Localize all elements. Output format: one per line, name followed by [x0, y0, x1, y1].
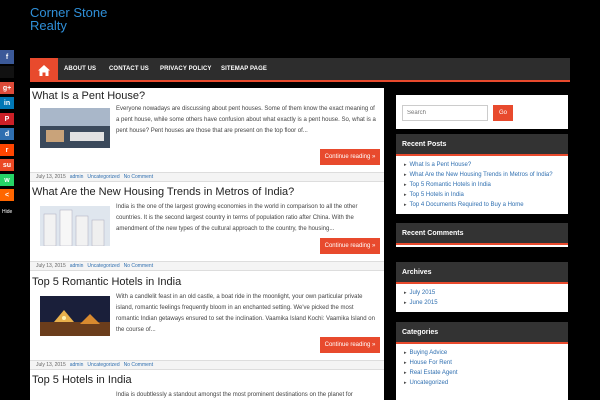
list-item[interactable]: House For Rent: [404, 358, 560, 368]
categories-widget: Categories Buying Advice House For Rent …: [396, 322, 568, 400]
post-title[interactable]: What Are the New Housing Trends in Metro…: [32, 186, 294, 198]
post-thumbnail[interactable]: [40, 296, 110, 336]
nav-sitemap-page[interactable]: SITEMAP PAGE: [221, 58, 267, 80]
home-icon[interactable]: [30, 58, 58, 82]
search-button[interactable]: Go: [493, 105, 513, 121]
recent-comments-widget: Recent Comments: [396, 223, 568, 247]
continue-reading-button[interactable]: Continue reading »: [320, 238, 380, 254]
post-date: July 13, 2015: [36, 362, 66, 368]
post-excerpt: With a candlelit feast in an old castle,…: [116, 294, 375, 333]
post-meta: July 13, 2015 admin Uncategorized No Com…: [30, 261, 384, 271]
reddit-icon[interactable]: r: [0, 144, 14, 156]
post-title[interactable]: Top 5 Romantic Hotels in India: [32, 276, 181, 288]
list-item[interactable]: What Are the New Housing Trends in Metro…: [404, 170, 560, 180]
linkedin-icon[interactable]: in: [0, 97, 14, 109]
list-item[interactable]: Buying Advice: [404, 348, 560, 358]
recent-posts-widget: Recent Posts What Is a Pent House? What …: [396, 134, 568, 214]
twitter-icon[interactable]: [0, 66, 14, 78]
share-hide-label[interactable]: Hide: [2, 209, 12, 215]
post-excerpt: India is doubtlessly a standout amongst …: [116, 392, 353, 398]
archives-list: July 2015 June 2015: [396, 284, 568, 312]
google-plus-icon[interactable]: g+: [0, 82, 14, 94]
list-item[interactable]: What Is a Pent House?: [404, 160, 560, 170]
widget-title: Categories: [396, 322, 568, 344]
post-excerpt: India is the one of the largest growing …: [116, 204, 358, 232]
categories-list: Buying Advice House For Rent Real Estate…: [396, 344, 568, 392]
post-thumbnail[interactable]: [40, 108, 110, 148]
post-category[interactable]: Uncategorized: [87, 173, 119, 181]
post-meta: July 13, 2015 admin Uncategorized No Com…: [30, 360, 384, 370]
nav-privacy-policy[interactable]: PRIVACY POLICY: [160, 58, 212, 80]
widget-title: Recent Posts: [396, 134, 568, 156]
list-item[interactable]: June 2015: [404, 298, 560, 308]
facebook-icon[interactable]: f: [0, 50, 14, 64]
widget-title: Archives: [396, 262, 568, 284]
continue-reading-button[interactable]: Continue reading »: [320, 149, 380, 165]
widget-title: Recent Comments: [396, 223, 568, 245]
search-widget: Go: [396, 95, 568, 129]
post-comments[interactable]: No Comment: [124, 173, 153, 181]
post-category[interactable]: Uncategorized: [87, 262, 119, 270]
main-navigation: ABOUT US CONTACT US PRIVACY POLICY SITEM…: [30, 58, 570, 82]
nav-contact-us[interactable]: CONTACT US: [109, 58, 149, 80]
post-list: What Is a Pent House? Everyone nowadays …: [30, 88, 384, 400]
post-author[interactable]: admin: [70, 173, 84, 181]
list-item[interactable]: Uncategorized: [404, 378, 560, 388]
search-input[interactable]: [402, 105, 488, 121]
archives-widget: Archives July 2015 June 2015: [396, 262, 568, 312]
post-excerpt: Everyone nowadays are discussing about p…: [116, 106, 376, 134]
list-item[interactable]: Top 5 Romantic Hotels in India: [404, 180, 560, 190]
post-comments[interactable]: No Comment: [124, 262, 153, 270]
post-comments[interactable]: No Comment: [124, 361, 153, 369]
continue-reading-button[interactable]: Continue reading »: [320, 337, 380, 353]
digg-icon[interactable]: d: [0, 128, 14, 140]
post-author[interactable]: admin: [70, 262, 84, 270]
nav-about-us[interactable]: ABOUT US: [64, 58, 96, 80]
post-title[interactable]: What Is a Pent House?: [32, 90, 145, 102]
post-thumbnail[interactable]: [40, 206, 110, 246]
post-title[interactable]: Top 5 Hotels in India: [32, 374, 132, 386]
recent-posts-list: What Is a Pent House? What Are the New H…: [396, 156, 568, 214]
whatsapp-icon[interactable]: w: [0, 174, 14, 186]
post-date: July 13, 2015: [36, 263, 66, 269]
site-title[interactable]: Corner Stone Realty: [30, 6, 140, 32]
post-date: July 13, 2015: [36, 174, 66, 180]
post-category[interactable]: Uncategorized: [87, 361, 119, 369]
pinterest-icon[interactable]: P: [0, 113, 14, 125]
post-meta: July 13, 2015 admin Uncategorized No Com…: [30, 172, 384, 182]
list-item[interactable]: Top 5 Hotels in India: [404, 190, 560, 200]
list-item[interactable]: July 2015: [404, 288, 560, 298]
share-more-icon[interactable]: <: [0, 189, 14, 201]
list-item[interactable]: Real Estate Agent: [404, 368, 560, 378]
stumbleupon-icon[interactable]: su: [0, 159, 14, 171]
post-author[interactable]: admin: [70, 361, 84, 369]
list-item[interactable]: Top 4 Documents Required to Buy a Home: [404, 200, 560, 210]
